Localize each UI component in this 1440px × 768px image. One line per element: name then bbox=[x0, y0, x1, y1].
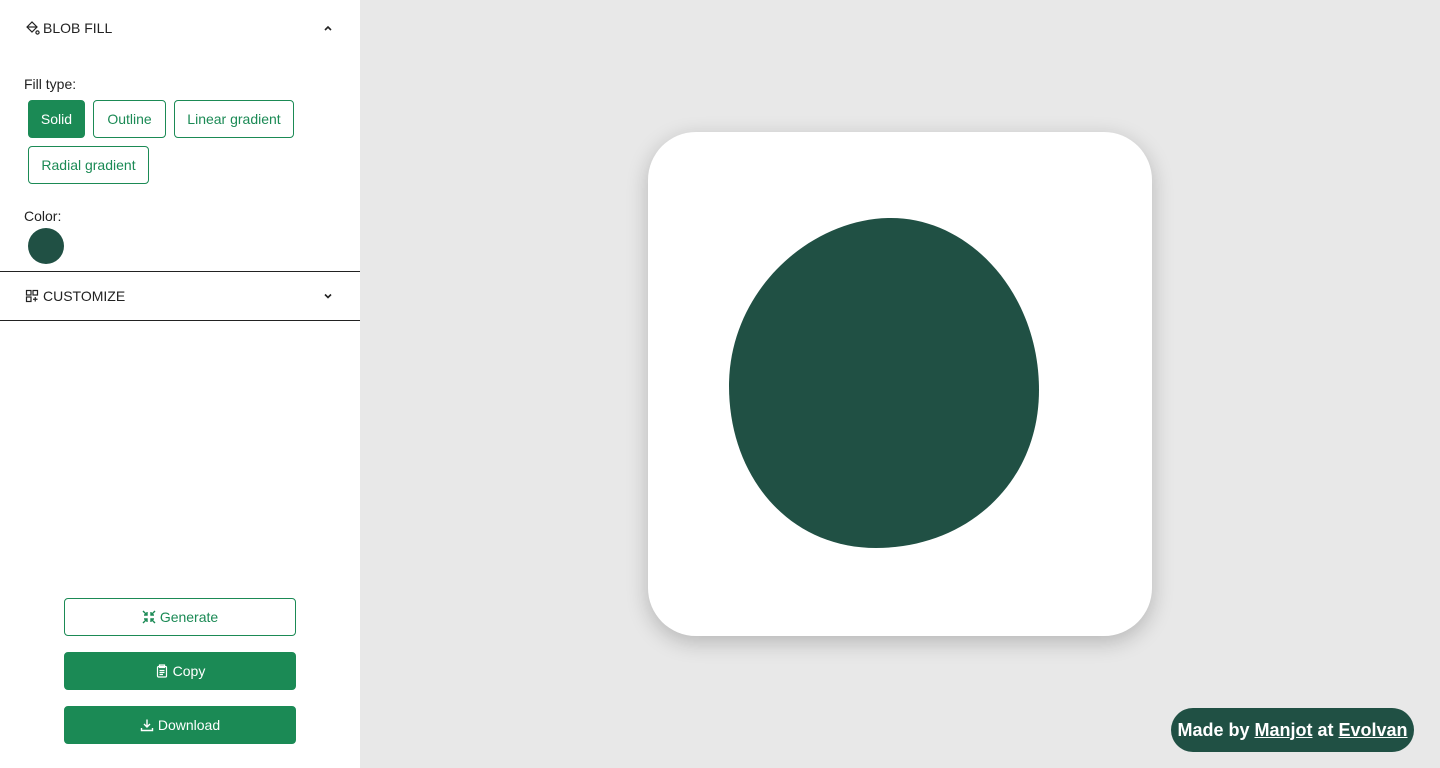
customize-title: CUSTOMIZE bbox=[43, 288, 126, 304]
customize-section-header[interactable]: CUSTOMIZE bbox=[0, 271, 360, 321]
credit-badge: Made by Manjot at Evolvan bbox=[1171, 708, 1414, 752]
blob-shape bbox=[729, 217, 1039, 548]
download-icon bbox=[140, 718, 154, 732]
grid-icon bbox=[24, 288, 40, 304]
credit-middle: at bbox=[1317, 719, 1334, 740]
company-link[interactable]: Evolvan bbox=[1339, 720, 1408, 741]
fill-type-radial-gradient-button[interactable]: Radial gradient bbox=[28, 146, 149, 184]
copy-label: Copy bbox=[172, 663, 206, 679]
paint-bucket-icon bbox=[24, 20, 40, 36]
copy-button[interactable]: Copy bbox=[64, 652, 296, 690]
fill-type-label: Fill type: bbox=[24, 76, 77, 92]
download-label: Download bbox=[157, 717, 221, 733]
fill-type-solid-button[interactable]: Solid bbox=[28, 100, 85, 138]
chevron-up-icon[interactable] bbox=[322, 22, 334, 34]
sidebar: BLOB FILL Fill type: Solid Outline Linea… bbox=[0, 0, 360, 768]
color-label: Color: bbox=[24, 208, 62, 224]
generate-label: Generate bbox=[159, 609, 219, 625]
download-button[interactable]: Download bbox=[64, 706, 296, 744]
blob-fill-section-header[interactable]: BLOB FILL bbox=[0, 0, 360, 56]
credit-prefix: Made by bbox=[1177, 719, 1250, 740]
blob-fill-title: BLOB FILL bbox=[43, 20, 113, 36]
clipboard-icon bbox=[155, 664, 169, 678]
generate-button[interactable]: Generate bbox=[64, 598, 296, 636]
shuffle-icon bbox=[142, 610, 156, 624]
blob-svg bbox=[729, 217, 1039, 548]
blob-canvas-card bbox=[648, 132, 1152, 636]
fill-type-outline-button[interactable]: Outline bbox=[93, 100, 166, 138]
chevron-down-icon[interactable] bbox=[322, 290, 334, 302]
author-link[interactable]: Manjot bbox=[1254, 720, 1312, 741]
color-swatch[interactable] bbox=[28, 228, 64, 264]
fill-type-linear-gradient-button[interactable]: Linear gradient bbox=[174, 100, 294, 138]
